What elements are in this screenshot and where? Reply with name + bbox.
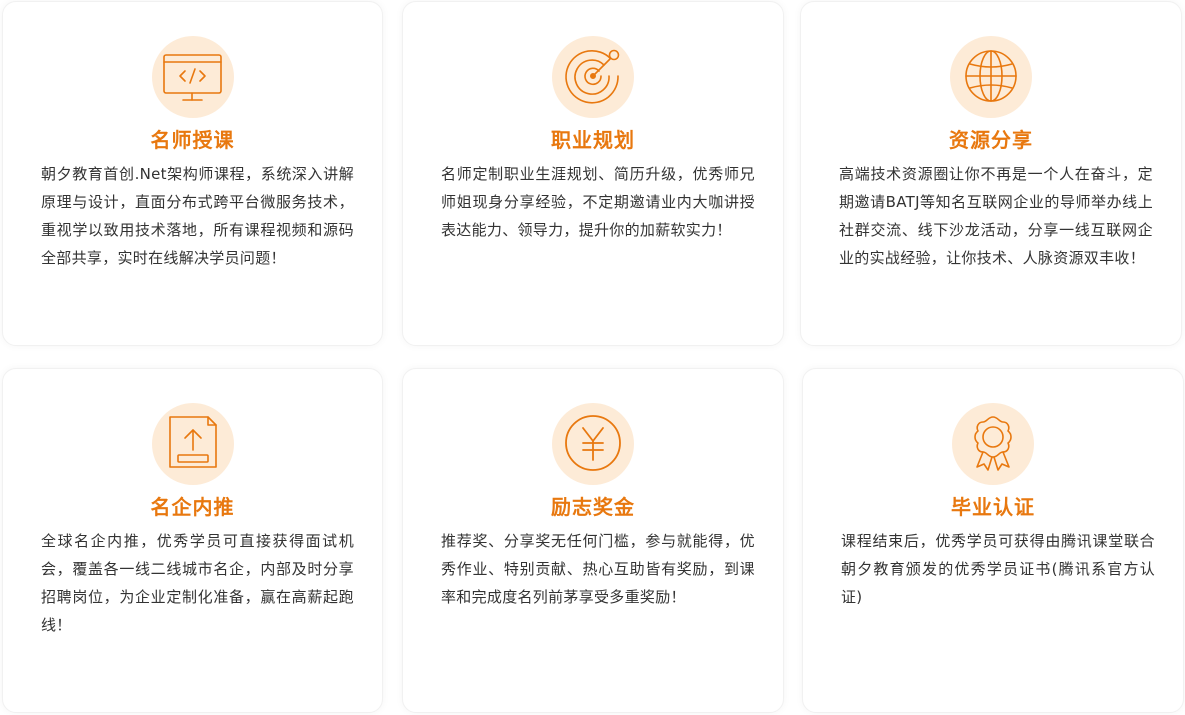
globe-icon (950, 36, 1032, 118)
radar-target-icon (552, 36, 634, 118)
card-title: 名企内推 (150, 495, 235, 519)
card-description: 推荐奖、分享奖无任何门槛，参与就能得，优秀作业、特别贡献、热心互助皆有奖励，到课… (441, 532, 755, 606)
card-title: 励志奖金 (551, 495, 635, 519)
award-badge-icon (952, 403, 1034, 485)
feature-card-teachers: 名师授课 朝夕教育首创.Net架构师课程，系统深入讲解原理与设计，直面分布式跨平… (2, 1, 383, 346)
card-description: 课程结束后，优秀学员可获得由腾讯课堂联合朝夕教育颁发的优秀学员证书(腾讯系官方认… (841, 532, 1155, 606)
feature-card-career: 职业规划 名师定制职业生涯规划、简历升级，优秀师兄师姐现身分享经验，不定期邀请业… (402, 1, 784, 346)
feature-card-certification: 毕业认证 课程结束后，优秀学员可获得由腾讯课堂联合朝夕教育颁发的优秀学员证书(腾… (802, 368, 1184, 713)
card-description: 高端技术资源圈让你不再是一个人在奋斗，定期邀请BATJ等知名互联网企业的导师举办… (839, 165, 1153, 267)
card-title: 职业规划 (551, 128, 635, 152)
card-title: 资源分享 (949, 128, 1033, 152)
feature-card-scholarship: 励志奖金 推荐奖、分享奖无任何门槛，参与就能得，优秀作业、特别贡献、热心互助皆有… (402, 368, 784, 713)
card-title: 名师授课 (150, 128, 235, 152)
card-title: 毕业认证 (951, 495, 1035, 519)
card-description: 朝夕教育首创.Net架构师课程，系统深入讲解原理与设计，直面分布式跨平台微服务技… (41, 165, 354, 267)
card-description: 全球名企内推，优秀学员可直接获得面试机会，覆盖各一线二线城市名企，内部及时分享招… (41, 532, 354, 634)
yuan-coin-icon (552, 403, 634, 485)
feature-card-referral: 名企内推 全球名企内推，优秀学员可直接获得面试机会，覆盖各一线二线城市名企，内部… (2, 368, 383, 713)
code-monitor-icon (151, 36, 234, 118)
card-description: 名师定制职业生涯规划、简历升级，优秀师兄师姐现身分享经验，不定期邀请业内大咖讲授… (441, 165, 755, 239)
feature-card-resources: 资源分享 高端技术资源圈让你不再是一个人在奋斗，定期邀请BATJ等知名互联网企业… (800, 1, 1182, 346)
document-upload-icon (151, 403, 234, 485)
